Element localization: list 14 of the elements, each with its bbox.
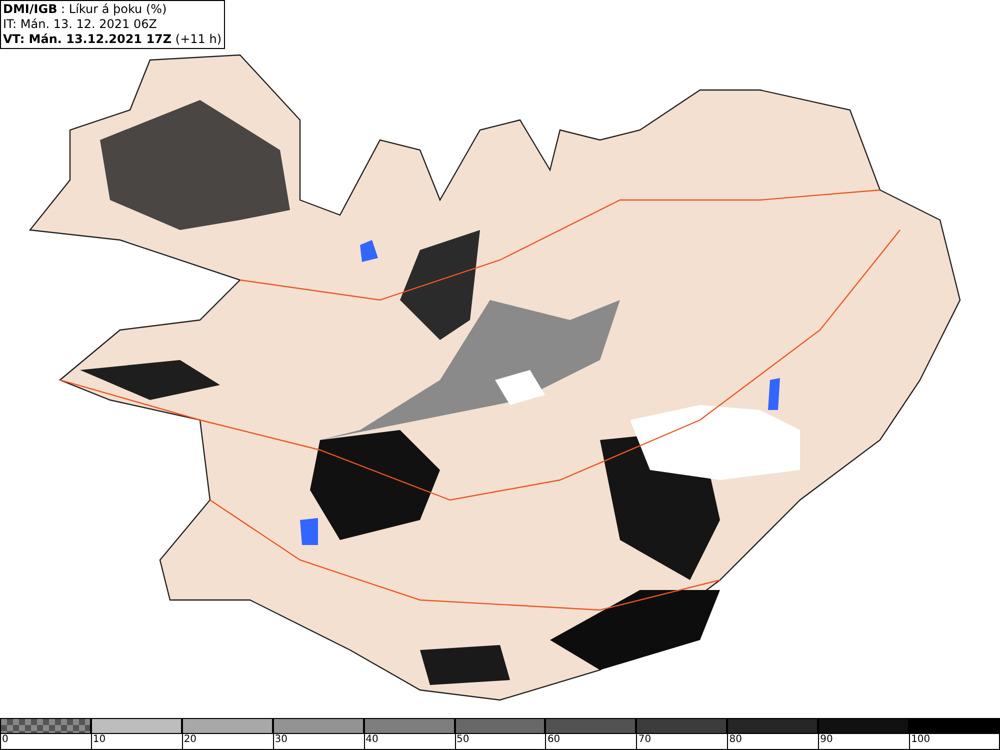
legend-label: 10 — [92, 734, 106, 745]
info-line: IT: Mán. 13. 12. 2021 06Z — [3, 17, 158, 32]
legend-label: 50 — [456, 734, 470, 745]
legend-label: 60 — [546, 734, 560, 745]
legend-label: 100 — [910, 734, 930, 745]
legend-label: 20 — [182, 734, 197, 745]
legend-label: 80 — [728, 734, 742, 745]
legend-label: 70 — [637, 734, 652, 745]
info-line: VT: Mán. 13.12.2021 17Z (+11 h) — [3, 32, 222, 47]
legend-label: 90 — [819, 734, 833, 745]
legend-label: 0 — [1, 734, 8, 745]
legend-label: 30 — [274, 734, 288, 745]
legend-label: 40 — [364, 734, 378, 745]
info-line: DMI/IGB : Líkur á þoku (%) — [3, 2, 168, 17]
